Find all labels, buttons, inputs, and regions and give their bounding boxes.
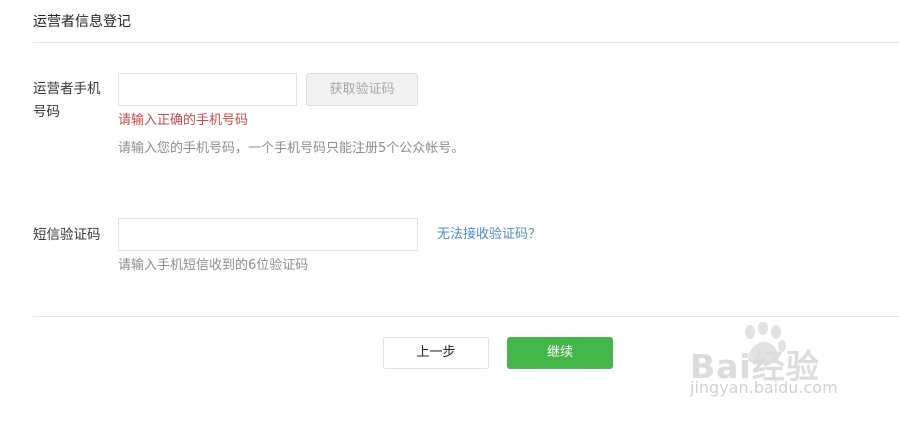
previous-step-button[interactable]: 上一步 (383, 337, 489, 369)
cant-receive-code-link[interactable]: 无法接收验证码？ (437, 226, 541, 244)
continue-button[interactable]: 继续 (507, 337, 613, 369)
watermark-url: jingyan.baidu.com (690, 378, 838, 397)
section-title: 运营者信息登记 (33, 14, 131, 30)
sms-code-input[interactable] (118, 218, 418, 251)
get-code-button[interactable]: 获取验证码 (306, 73, 418, 106)
phone-tip-text: 请输入您的手机号码，一个手机号码只能注册5个公众帐号。 (118, 141, 465, 156)
phone-label: 运营者手机号码 (33, 81, 101, 120)
top-divider (33, 42, 899, 43)
phone-input[interactable] (118, 73, 297, 106)
phone-error-text: 请输入正确的手机号码 (118, 113, 249, 128)
bottom-divider (33, 316, 899, 317)
sms-tip-text: 请输入手机短信收到的6位验证码 (118, 258, 309, 273)
sms-label: 短信验证码 (33, 227, 101, 243)
